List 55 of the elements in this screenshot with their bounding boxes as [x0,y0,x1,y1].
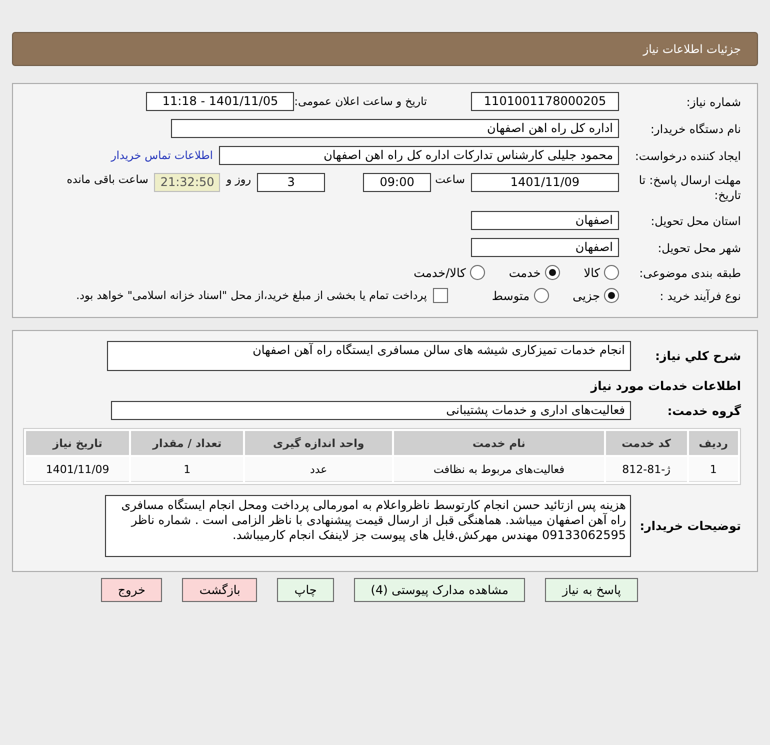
field-label: نوع فرآیند خرید : [658,288,741,302]
need-number-field: 1101001178000205 [471,92,619,111]
deadline-time-field: 09:00 [363,173,432,192]
column-header: کد خدمت [606,431,687,455]
announce-date-field: 1401/11/05 - 11:18 [146,92,294,111]
category-radio[interactable]: خدمت [508,265,560,280]
field-label: نام دستگاه خریدار: [649,122,741,136]
column-header: تعداد / مقدار [131,431,244,455]
table-cell: 1 [131,457,244,482]
section-title: اطلاعات خدمات مورد نیاز [590,379,741,393]
treasury-checkbox[interactable] [432,288,448,303]
description-field: انجام خدمات تمیزکاری شیشه های سالن مسافری ایستگاه راه آهن اصفهان [107,341,631,371]
table-cell: 1 [688,457,738,482]
process-radio[interactable]: متوسط [492,288,549,303]
action-button[interactable]: بازگشت [182,578,258,602]
action-button[interactable]: چاپ [277,578,334,602]
buyer-org-field: اداره کل راه اهن اصفهان [171,119,619,138]
column-header: ردیف [688,431,738,455]
field-label: شهر محل تحویل: [656,240,741,254]
remaining-time-field: 21:32:50 [154,173,220,192]
treasury-text: پرداخت تمام یا بخشی از مبلغ خرید،از محل "اسناد خزانه اسلامی" خواهد بود. [76,289,427,302]
deadline-date-field: 1401/11/09 [471,173,619,192]
field-label: ساعت [435,173,465,186]
page-title: جزئیات اطلاعات نیاز [643,42,741,56]
field-label: روز و [226,173,252,186]
column-header: واحد اندازه گیری [245,431,392,455]
field-label: توضیحات خریدار: [638,519,741,533]
requester-field: محمود جلیلی کارشناس تدارکات اداره کل راه اهن اصفهان [219,146,619,165]
action-button[interactable]: خروج [100,578,162,602]
service-group-field: فعالیت‌های اداری و خدمات پشتیبانی [111,401,631,420]
field-label: شرح کلي نياز: [654,349,741,363]
days-field: 3 [257,173,326,192]
field-label: ساعت باقی مانده [66,173,148,186]
field-label: طبقه بندی موضوعی: [638,266,741,280]
field-label: استان محل تحویل: [650,214,741,228]
field-label: تاریخ و ساعت اعلان عمومی: [294,95,427,108]
table-cell: عدد [245,457,392,482]
column-header: نام خدمت [394,431,604,455]
province-field: اصفهان [471,211,619,230]
action-button[interactable]: مشاهده مدارک پیوستی (4) [354,578,526,602]
field-label: گروه خدمت: [666,404,741,418]
process-radio[interactable]: جزیی [572,288,619,303]
column-header: تاریخ نیاز [26,431,130,455]
table-cell: 1401/11/09 [26,457,130,482]
category-radio[interactable]: کالا/خدمت [414,265,485,280]
city-field: اصفهان [471,238,619,257]
category-radio[interactable]: کالا [584,265,619,280]
buyer-notes-field: هزینه پس ازتائید حسن انجام کارتوسط ناظرواعلام به امورمالی پرداخت ومحل انجام ایستگاه مسافری راه آهن اصفهان میباشد. هماهنگی قبل از ارسال قیمت پیشنهادی با ناظر الزامی است . شماره ناظر 09133062595 مهندس مهرکش.فایل های پیوست جز لاینفک انجام کارمیباشد. [105,495,631,557]
table-cell: فعالیت‌های مربوط به نظافت [394,457,604,482]
table-cell: ژ-81-812 [606,457,687,482]
contact-link[interactable]: اطلاعات تماس خریدار [111,149,213,162]
field-label: مهلت ارسال پاسخ: تا تاریخ: [638,173,741,203]
field-label: ایجاد کننده درخواست: [634,148,741,162]
field-label: شماره نیاز: [685,94,741,108]
action-button[interactable]: پاسخ به نیاز [545,578,638,602]
